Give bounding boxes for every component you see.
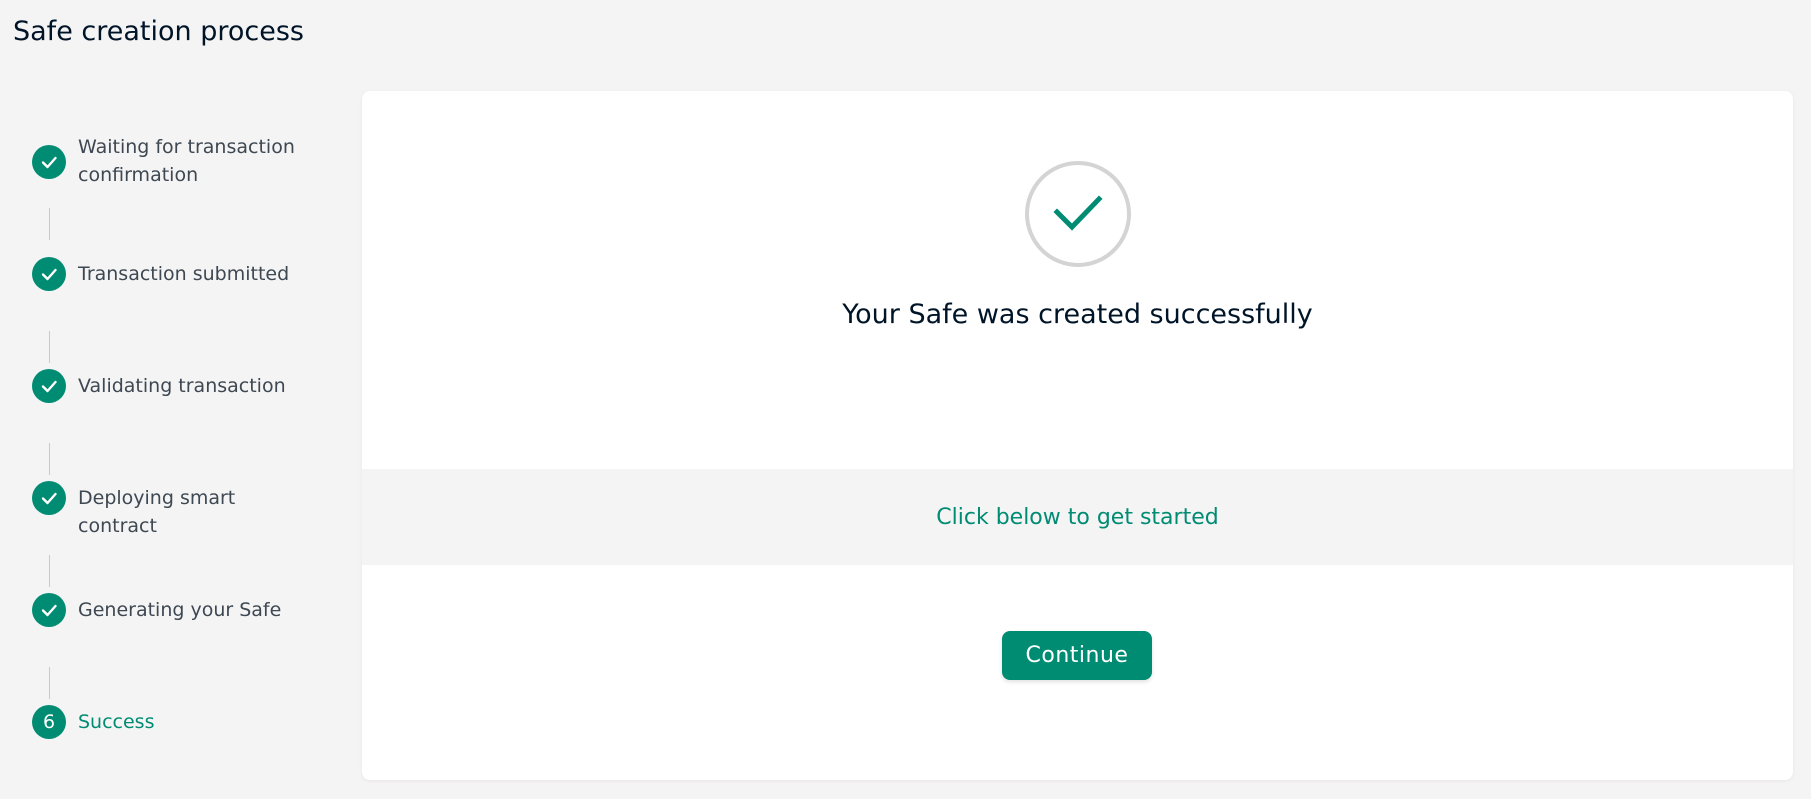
- check-icon: [32, 257, 66, 291]
- step-label: Validating transaction: [78, 375, 286, 397]
- get-started-band: Click below to get started: [362, 469, 1793, 565]
- step-connector: [49, 208, 50, 240]
- check-icon: [32, 481, 66, 515]
- check-icon: [32, 369, 66, 403]
- step-number: 6: [32, 705, 66, 739]
- step-connector: [49, 555, 50, 587]
- step-deploying-contract: Deploying smart contract: [32, 481, 318, 540]
- check-icon: [32, 145, 66, 179]
- step-label: Generating your Safe: [78, 599, 282, 621]
- get-started-prompt: Click below to get started: [936, 504, 1219, 530]
- step-label: Success: [78, 711, 155, 733]
- continue-button[interactable]: Continue: [1002, 631, 1152, 680]
- success-message: Your Safe was created successfully: [842, 299, 1313, 330]
- step-connector: [49, 667, 50, 699]
- step-label: Deploying smart contract: [78, 487, 236, 537]
- step-waiting-confirmation: Waiting for transaction confirmation: [32, 136, 318, 189]
- step-connector: [49, 443, 50, 475]
- step-label: Transaction submitted: [78, 263, 290, 285]
- step-generating-safe: Generating your Safe: [32, 593, 318, 627]
- page-title: Safe creation process: [13, 16, 304, 47]
- step-connector: [49, 331, 50, 363]
- step-label: Waiting for transaction confirmation: [78, 136, 295, 186]
- step-success: 6 Success: [32, 705, 318, 739]
- step-transaction-submitted: Transaction submitted: [32, 257, 318, 291]
- check-circle-icon: [1025, 161, 1131, 267]
- step-validating-transaction: Validating transaction: [32, 369, 318, 403]
- success-card: Your Safe was created successfully Click…: [362, 91, 1793, 780]
- check-icon: [32, 593, 66, 627]
